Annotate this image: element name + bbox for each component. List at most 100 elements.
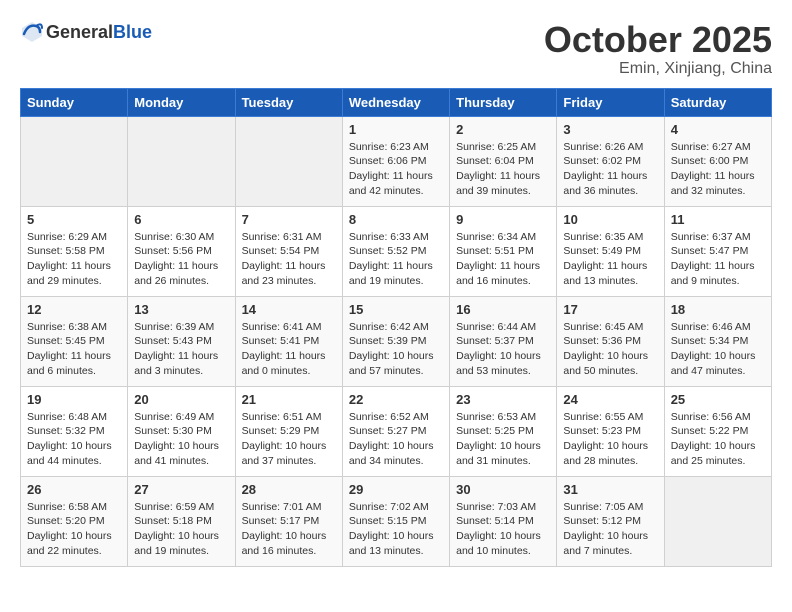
calendar-cell: 30 Sunrise: 7:03 AM Sunset: 5:14 PM Dayli… <box>450 476 557 566</box>
calendar-week-row: 26Sunrise: 6:58 AM Sunset: 5:20 PM Dayli… <box>21 476 772 566</box>
page-header: GeneralBlue October 2025 Emin, Xinjiang,… <box>20 20 772 78</box>
calendar-cell: 5 Sunrise: 6:29 AM Sunset: 5:58 PM Daylig… <box>21 206 128 296</box>
calendar-table: SundayMondayTuesdayWednesdayThursdayFrid… <box>20 88 772 567</box>
day-number: 23 <box>456 392 550 407</box>
logo: GeneralBlue <box>20 20 152 44</box>
day-number: 22 <box>349 392 443 407</box>
calendar-cell: 12Sunrise: 6:38 AM Sunset: 5:45 PM Dayli… <box>21 296 128 386</box>
day-number: 11 <box>671 212 765 227</box>
calendar-cell: 22 Sunrise: 6:52 AM Sunset: 5:27 PM Dayli… <box>342 386 449 476</box>
calendar-cell: 4 Sunrise: 6:27 AM Sunset: 6:00 PM Daylig… <box>664 116 771 206</box>
location-title: Emin, Xinjiang, China <box>544 60 772 78</box>
day-info: Sunrise: 7:05 AM Sunset: 5:12 PM Dayligh… <box>563 500 657 559</box>
day-number: 6 <box>134 212 228 227</box>
day-number: 7 <box>242 212 336 227</box>
day-info: Sunrise: 6:41 AM Sunset: 5:41 PM Dayligh… <box>242 320 336 379</box>
day-number: 2 <box>456 122 550 137</box>
calendar-cell: 9 Sunrise: 6:34 AM Sunset: 5:51 PM Daylig… <box>450 206 557 296</box>
day-number: 24 <box>563 392 657 407</box>
day-info: Sunrise: 6:45 AM Sunset: 5:36 PM Dayligh… <box>563 320 657 379</box>
day-number: 1 <box>349 122 443 137</box>
day-info: Sunrise: 6:55 AM Sunset: 5:23 PM Dayligh… <box>563 410 657 469</box>
day-info: Sunrise: 6:35 AM Sunset: 5:49 PM Dayligh… <box>563 230 657 289</box>
calendar-cell: 11 Sunrise: 6:37 AM Sunset: 5:47 PM Dayli… <box>664 206 771 296</box>
logo-text: GeneralBlue <box>46 22 152 43</box>
calendar-cell <box>128 116 235 206</box>
day-info: Sunrise: 6:44 AM Sunset: 5:37 PM Dayligh… <box>456 320 550 379</box>
day-info: Sunrise: 6:37 AM Sunset: 5:47 PM Dayligh… <box>671 230 765 289</box>
day-info: Sunrise: 6:33 AM Sunset: 5:52 PM Dayligh… <box>349 230 443 289</box>
calendar-cell: 1 Sunrise: 6:23 AM Sunset: 6:06 PM Daylig… <box>342 116 449 206</box>
calendar-cell: 17 Sunrise: 6:45 AM Sunset: 5:36 PM Dayli… <box>557 296 664 386</box>
day-number: 12 <box>27 302 121 317</box>
day-info: Sunrise: 6:23 AM Sunset: 6:06 PM Dayligh… <box>349 140 443 199</box>
day-number: 14 <box>242 302 336 317</box>
day-number: 8 <box>349 212 443 227</box>
calendar-cell: 23 Sunrise: 6:53 AM Sunset: 5:25 PM Dayli… <box>450 386 557 476</box>
day-number: 17 <box>563 302 657 317</box>
calendar-cell: 21Sunrise: 6:51 AM Sunset: 5:29 PM Dayli… <box>235 386 342 476</box>
day-info: Sunrise: 6:48 AM Sunset: 5:32 PM Dayligh… <box>27 410 121 469</box>
calendar-cell: 18 Sunrise: 6:46 AM Sunset: 5:34 PM Dayli… <box>664 296 771 386</box>
day-info: Sunrise: 6:27 AM Sunset: 6:00 PM Dayligh… <box>671 140 765 199</box>
day-number: 30 <box>456 482 550 497</box>
calendar-cell: 14 Sunrise: 6:41 AM Sunset: 5:41 PM Dayli… <box>235 296 342 386</box>
calendar-cell: 20Sunrise: 6:49 AM Sunset: 5:30 PM Dayli… <box>128 386 235 476</box>
day-info: Sunrise: 7:01 AM Sunset: 5:17 PM Dayligh… <box>242 500 336 559</box>
day-info: Sunrise: 6:25 AM Sunset: 6:04 PM Dayligh… <box>456 140 550 199</box>
day-info: Sunrise: 6:39 AM Sunset: 5:43 PM Dayligh… <box>134 320 228 379</box>
day-number: 19 <box>27 392 121 407</box>
day-info: Sunrise: 6:56 AM Sunset: 5:22 PM Dayligh… <box>671 410 765 469</box>
day-number: 28 <box>242 482 336 497</box>
day-info: Sunrise: 6:30 AM Sunset: 5:56 PM Dayligh… <box>134 230 228 289</box>
day-info: Sunrise: 6:34 AM Sunset: 5:51 PM Dayligh… <box>456 230 550 289</box>
day-number: 4 <box>671 122 765 137</box>
calendar-cell <box>664 476 771 566</box>
calendar-week-row: 1 Sunrise: 6:23 AM Sunset: 6:06 PM Daylig… <box>21 116 772 206</box>
calendar-week-row: 5 Sunrise: 6:29 AM Sunset: 5:58 PM Daylig… <box>21 206 772 296</box>
day-info: Sunrise: 6:58 AM Sunset: 5:20 PM Dayligh… <box>27 500 121 559</box>
calendar-cell: 28 Sunrise: 7:01 AM Sunset: 5:17 PM Dayli… <box>235 476 342 566</box>
day-number: 29 <box>349 482 443 497</box>
day-info: Sunrise: 6:53 AM Sunset: 5:25 PM Dayligh… <box>456 410 550 469</box>
weekday-header: Monday <box>128 88 235 116</box>
calendar-cell: 13Sunrise: 6:39 AM Sunset: 5:43 PM Dayli… <box>128 296 235 386</box>
day-info: Sunrise: 6:51 AM Sunset: 5:29 PM Dayligh… <box>242 410 336 469</box>
calendar-cell: 16 Sunrise: 6:44 AM Sunset: 5:37 PM Dayli… <box>450 296 557 386</box>
day-number: 16 <box>456 302 550 317</box>
day-number: 5 <box>27 212 121 227</box>
calendar-cell <box>21 116 128 206</box>
weekday-header: Sunday <box>21 88 128 116</box>
calendar-cell: 15 Sunrise: 6:42 AM Sunset: 5:39 PM Dayli… <box>342 296 449 386</box>
day-number: 9 <box>456 212 550 227</box>
day-info: Sunrise: 6:29 AM Sunset: 5:58 PM Dayligh… <box>27 230 121 289</box>
day-info: Sunrise: 6:52 AM Sunset: 5:27 PM Dayligh… <box>349 410 443 469</box>
calendar-cell: 8 Sunrise: 6:33 AM Sunset: 5:52 PM Daylig… <box>342 206 449 296</box>
calendar-cell: 3Sunrise: 6:26 AM Sunset: 6:02 PM Daylig… <box>557 116 664 206</box>
day-info: Sunrise: 6:59 AM Sunset: 5:18 PM Dayligh… <box>134 500 228 559</box>
calendar-cell: 2 Sunrise: 6:25 AM Sunset: 6:04 PM Daylig… <box>450 116 557 206</box>
calendar-cell <box>235 116 342 206</box>
day-number: 18 <box>671 302 765 317</box>
day-info: Sunrise: 6:31 AM Sunset: 5:54 PM Dayligh… <box>242 230 336 289</box>
calendar-cell: 19 Sunrise: 6:48 AM Sunset: 5:32 PM Dayli… <box>21 386 128 476</box>
logo-icon <box>20 20 44 44</box>
weekday-header: Tuesday <box>235 88 342 116</box>
day-number: 15 <box>349 302 443 317</box>
calendar-week-row: 19 Sunrise: 6:48 AM Sunset: 5:32 PM Dayli… <box>21 386 772 476</box>
day-number: 31 <box>563 482 657 497</box>
calendar-cell: 29Sunrise: 7:02 AM Sunset: 5:15 PM Dayli… <box>342 476 449 566</box>
calendar-week-row: 12Sunrise: 6:38 AM Sunset: 5:45 PM Dayli… <box>21 296 772 386</box>
calendar-cell: 27Sunrise: 6:59 AM Sunset: 5:18 PM Dayli… <box>128 476 235 566</box>
weekday-header-row: SundayMondayTuesdayWednesdayThursdayFrid… <box>21 88 772 116</box>
day-info: Sunrise: 6:49 AM Sunset: 5:30 PM Dayligh… <box>134 410 228 469</box>
day-number: 3 <box>563 122 657 137</box>
day-number: 10 <box>563 212 657 227</box>
calendar-cell: 31 Sunrise: 7:05 AM Sunset: 5:12 PM Dayli… <box>557 476 664 566</box>
day-info: Sunrise: 7:03 AM Sunset: 5:14 PM Dayligh… <box>456 500 550 559</box>
calendar-cell: 7 Sunrise: 6:31 AM Sunset: 5:54 PM Daylig… <box>235 206 342 296</box>
calendar-cell: 25 Sunrise: 6:56 AM Sunset: 5:22 PM Dayli… <box>664 386 771 476</box>
day-info: Sunrise: 6:46 AM Sunset: 5:34 PM Dayligh… <box>671 320 765 379</box>
day-number: 25 <box>671 392 765 407</box>
day-info: Sunrise: 6:42 AM Sunset: 5:39 PM Dayligh… <box>349 320 443 379</box>
